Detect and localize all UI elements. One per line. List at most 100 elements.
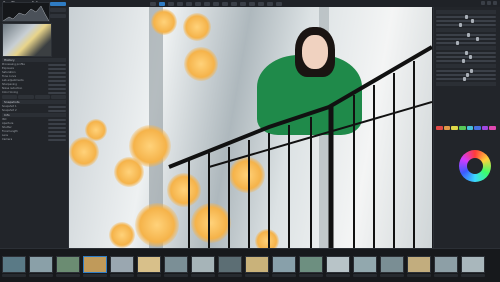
zoom-100-icon[interactable] <box>222 1 228 6</box>
adjustment-slider[interactable] <box>436 19 496 23</box>
adjustment-slider[interactable] <box>436 55 496 59</box>
histogram-tab[interactable] <box>50 14 66 18</box>
zoom-fit-icon[interactable] <box>213 1 219 6</box>
filmstrip-thumb[interactable] <box>56 256 80 273</box>
adjustment-slider[interactable] <box>436 41 496 45</box>
slider-knob[interactable] <box>464 15 468 19</box>
histogram-tab[interactable] <box>50 2 66 6</box>
swatch-blue[interactable] <box>474 126 481 130</box>
filmstrip-thumb[interactable] <box>326 256 350 273</box>
close-icon[interactable] <box>493 1 497 5</box>
slider-knob[interactable] <box>471 19 475 23</box>
history-row[interactable]: Aperture <box>2 122 66 125</box>
histogram-tab[interactable] <box>50 8 66 12</box>
before-after-icon[interactable] <box>249 1 255 6</box>
history-row[interactable]: Noise reduction <box>2 87 66 90</box>
wb-picker-icon[interactable] <box>195 1 201 6</box>
filmstrip-thumb[interactable] <box>272 256 296 273</box>
history-row[interactable]: Sharpening <box>2 83 66 86</box>
compare-icon[interactable] <box>204 1 210 6</box>
tool-section-header[interactable] <box>436 10 496 14</box>
filmstrip-thumb[interactable] <box>380 256 404 273</box>
filmstrip-thumb[interactable] <box>137 256 161 273</box>
queue-icon[interactable] <box>258 1 264 6</box>
adjustment-slider[interactable] <box>436 37 496 41</box>
crop-icon[interactable] <box>168 1 174 6</box>
adjustment-slider[interactable] <box>436 15 496 19</box>
adjustment-slider[interactable] <box>436 69 496 73</box>
minimize-icon[interactable] <box>481 1 485 5</box>
history-row[interactable]: ISO <box>2 118 66 121</box>
history-row[interactable]: Tone curve <box>2 75 66 78</box>
swatch-red[interactable] <box>436 126 443 130</box>
slider-knob[interactable] <box>461 59 465 63</box>
slider-knob[interactable] <box>463 77 467 81</box>
history-row[interactable]: Exposure <box>2 67 66 70</box>
history-action-button[interactable] <box>18 95 34 99</box>
filmstrip-thumb[interactable] <box>110 256 134 273</box>
edit-icon[interactable] <box>159 1 165 6</box>
history-row[interactable]: Snapshot 2 <box>2 109 66 112</box>
swatch-magenta[interactable] <box>489 126 496 130</box>
history-row[interactable]: Focal length <box>2 130 66 133</box>
filmstrip-thumb[interactable] <box>29 256 53 273</box>
tool-section-header[interactable] <box>436 28 496 32</box>
slider-knob[interactable] <box>469 55 473 59</box>
filmstrip-thumb[interactable] <box>461 256 485 273</box>
filmstrip-thumb[interactable] <box>299 256 323 273</box>
filmstrip-thumb[interactable] <box>353 256 377 273</box>
swatch-purple[interactable] <box>481 126 489 130</box>
maximize-icon[interactable] <box>487 1 491 5</box>
adjustment-slider[interactable] <box>436 73 496 77</box>
filmstrip-thumb[interactable] <box>245 256 269 273</box>
history-icon[interactable] <box>150 1 156 6</box>
history-action-button[interactable] <box>2 95 18 99</box>
section-header[interactable]: Info <box>2 113 66 117</box>
history-row[interactable]: Snapshot 1 <box>2 105 66 108</box>
history-row[interactable]: Lens <box>2 134 66 137</box>
filmstrip-thumb[interactable] <box>191 256 215 273</box>
straighten-icon[interactable] <box>186 1 192 6</box>
adjustment-slider[interactable] <box>436 77 496 81</box>
export-icon[interactable] <box>267 1 273 6</box>
filmstrip-thumb[interactable] <box>218 256 242 273</box>
history-row[interactable]: Shutter <box>2 126 66 129</box>
adjustment-slider[interactable] <box>436 33 496 37</box>
section-header[interactable]: History <box>2 58 66 62</box>
rotate-icon[interactable] <box>177 1 183 6</box>
tool-section-header[interactable] <box>436 64 496 68</box>
zoom-out-icon[interactable] <box>240 1 246 6</box>
slider-knob[interactable] <box>467 33 471 37</box>
history-action-button[interactable] <box>50 95 66 99</box>
filmstrip-thumb[interactable] <box>2 256 26 273</box>
filmstrip-thumb[interactable] <box>83 256 107 273</box>
swatch-green[interactable] <box>458 126 466 130</box>
filmstrip-thumb[interactable] <box>407 256 431 273</box>
history-action-button[interactable] <box>34 95 50 99</box>
swatch-orange[interactable] <box>443 126 451 130</box>
history-row[interactable]: Color toning <box>2 91 66 94</box>
history-row[interactable]: Camera <box>2 138 66 141</box>
slider-knob[interactable] <box>458 23 462 27</box>
zoom-in-icon[interactable] <box>231 1 237 6</box>
history-row[interactable]: Saturation <box>2 71 66 74</box>
preferences-icon[interactable] <box>276 1 282 6</box>
filmstrip-thumb[interactable] <box>434 256 458 273</box>
slider-knob[interactable] <box>475 37 479 41</box>
slider-knob[interactable] <box>455 41 459 45</box>
slider-knob[interactable] <box>470 69 474 73</box>
swatch-yellow[interactable] <box>451 126 458 130</box>
image-viewer[interactable] <box>69 7 432 248</box>
tool-section-header[interactable] <box>436 46 496 50</box>
section-header[interactable]: Snapshots <box>2 100 66 104</box>
history-row[interactable]: Processing profile <box>2 63 66 66</box>
navigator-thumbnail[interactable] <box>2 23 52 57</box>
swatch-aqua[interactable] <box>466 126 474 130</box>
adjustment-slider[interactable] <box>436 59 496 63</box>
slider-knob[interactable] <box>465 73 469 77</box>
adjustment-slider[interactable] <box>436 23 496 27</box>
adjustment-slider[interactable] <box>436 51 496 55</box>
tool-section-header[interactable] <box>436 82 496 86</box>
filmstrip-thumb[interactable] <box>164 256 188 273</box>
history-row[interactable]: Lab adjustments <box>2 79 66 82</box>
